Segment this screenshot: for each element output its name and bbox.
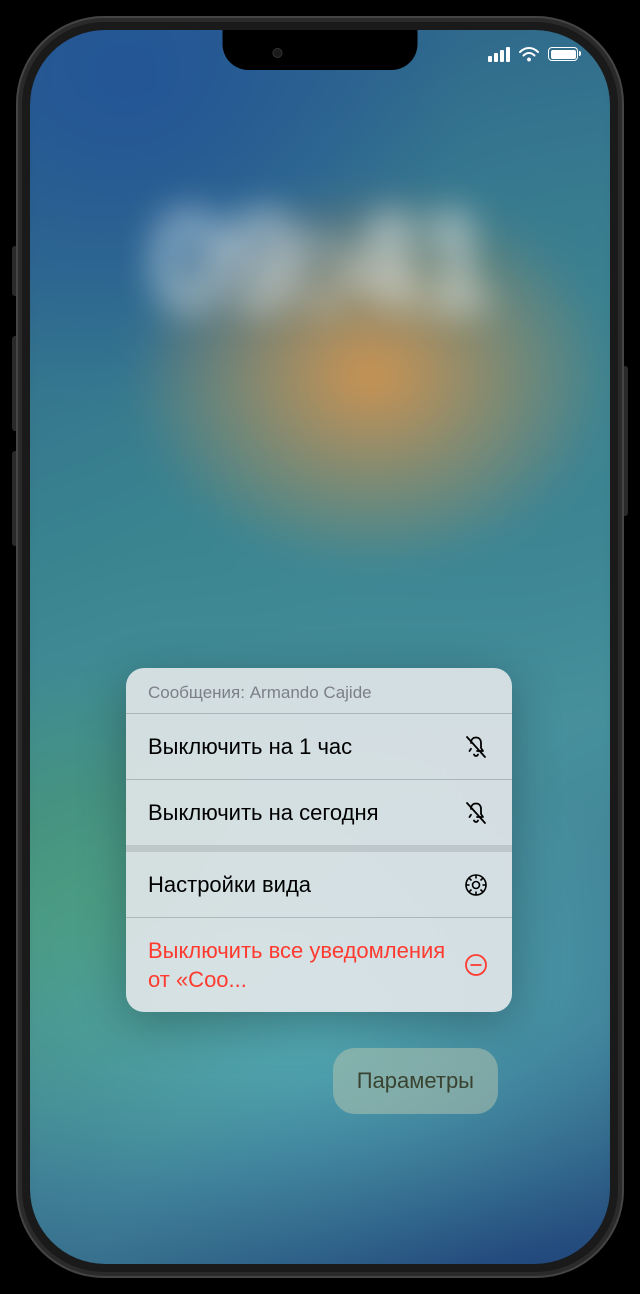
menu-item-label: Настройки вида	[148, 870, 448, 899]
menu-header: Сообщения: Armando Cajide	[126, 668, 512, 713]
notification-options-menu: Сообщения: Armando Cajide Выключить на 1…	[126, 668, 512, 1012]
power-button	[624, 366, 628, 516]
phone-screen: 09:41 Сообщения: Armando Cajide Выключит…	[30, 30, 610, 1264]
bell-slash-icon	[462, 799, 490, 827]
minus-circle-icon	[462, 951, 490, 979]
status-bar	[488, 46, 578, 62]
lock-screen-time: 09:41	[151, 180, 489, 342]
cellular-signal-icon	[488, 47, 510, 62]
bell-slash-icon	[462, 733, 490, 761]
phone-frame: 09:41 Сообщения: Armando Cajide Выключит…	[16, 16, 624, 1278]
turn-off-all-item[interactable]: Выключить все уведомления от «Соо...	[126, 917, 512, 1012]
gear-icon	[462, 871, 490, 899]
menu-item-label: Выключить на 1 час	[148, 732, 448, 761]
menu-item-label: Выключить на сегодня	[148, 798, 448, 827]
menu-item-label: Выключить все уведомления от «Соо...	[148, 936, 448, 994]
view-settings-item[interactable]: Настройки вида	[126, 845, 512, 917]
options-button-label: Параметры	[357, 1068, 474, 1093]
wifi-icon	[518, 46, 540, 62]
battery-icon	[548, 47, 578, 61]
options-button[interactable]: Параметры	[333, 1048, 498, 1114]
mute-one-hour-item[interactable]: Выключить на 1 час	[126, 713, 512, 779]
notch	[223, 30, 418, 70]
mute-today-item[interactable]: Выключить на сегодня	[126, 779, 512, 845]
